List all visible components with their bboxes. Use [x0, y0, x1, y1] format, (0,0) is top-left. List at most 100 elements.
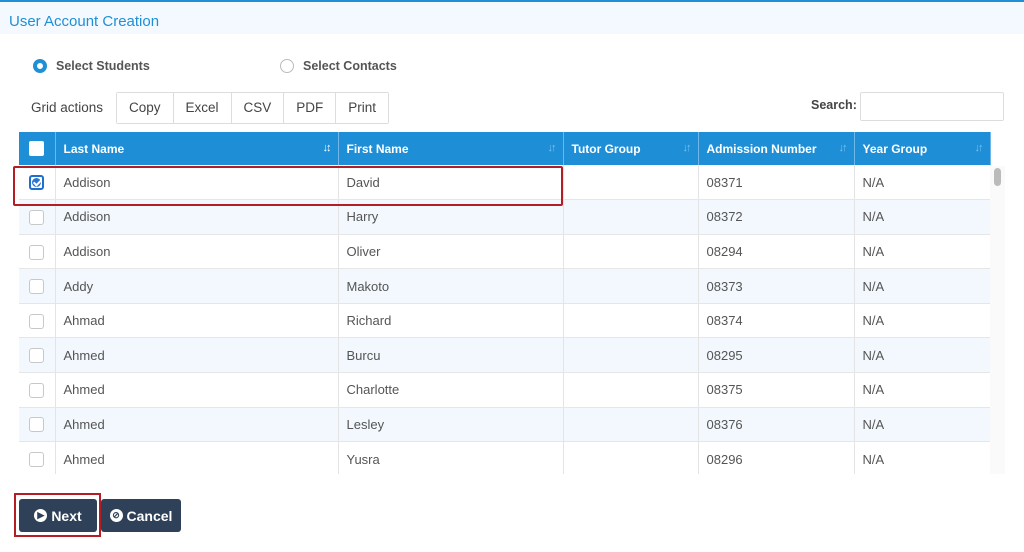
table-header-row: Last Name ↓↕ First Name ↓↑ Tutor Group ↓…	[19, 132, 991, 165]
column-header-admission-number[interactable]: Admission Number ↓↑	[698, 132, 855, 165]
year-group-cell: N/A	[854, 234, 991, 270]
row-checkbox[interactable]	[29, 313, 45, 329]
table-row[interactable]: Ahmed Lesley 08376 N/A	[19, 407, 991, 443]
radio-unselected-icon[interactable]	[280, 59, 294, 73]
first-name-cell: Oliver	[338, 234, 564, 270]
table-scrollbar[interactable]	[990, 166, 1005, 474]
admission-number-cell: 08295	[698, 337, 855, 374]
copy-button[interactable]: Copy	[117, 93, 174, 123]
tutor-group-cell	[563, 165, 699, 201]
tutor-group-cell	[563, 234, 699, 270]
cancel-label: Cancel	[126, 507, 173, 524]
students-table: Last Name ↓↕ First Name ↓↑ Tutor Group ↓…	[19, 132, 1005, 474]
row-select-cell	[19, 199, 56, 235]
row-checkbox[interactable]	[29, 348, 45, 364]
grid-actions-group: Copy Excel CSV PDF Print	[116, 92, 390, 124]
page-title: User Account Creation	[9, 13, 160, 30]
csv-button[interactable]: CSV	[231, 93, 285, 123]
search-input[interactable]	[860, 92, 1004, 121]
scrollbar-thumb[interactable]	[994, 168, 1001, 186]
column-header-first-name[interactable]: First Name ↓↑	[338, 132, 564, 165]
tutor-group-cell	[563, 268, 699, 304]
first-name-cell: David	[338, 165, 564, 201]
radio-selected-icon[interactable]	[33, 59, 47, 73]
column-header-year-group[interactable]: Year Group ↓↑	[854, 132, 991, 165]
tutor-group-cell	[563, 372, 699, 408]
sort-ascending-icon: ↓↕	[322, 142, 332, 154]
row-select-cell	[19, 337, 56, 374]
row-checkbox[interactable]	[29, 279, 45, 295]
admission-number-cell: 08376	[698, 407, 855, 443]
table-row[interactable]: Addison Oliver 08294 N/A	[19, 234, 991, 270]
row-checkbox[interactable]	[29, 209, 45, 225]
column-header-tutor-group[interactable]: Tutor Group ↓↑	[563, 132, 699, 165]
admission-number-cell: 08371	[698, 165, 855, 201]
column-label: First Name	[346, 141, 409, 156]
table-row[interactable]: Ahmed Charlotte 08375 N/A	[19, 372, 991, 408]
ban-icon: ⊘	[109, 509, 123, 522]
admission-number-cell: 08296	[698, 441, 855, 474]
column-label: Year Group	[862, 141, 928, 156]
year-group-cell: N/A	[854, 372, 991, 408]
first-name-cell: Richard	[338, 303, 564, 339]
sort-icon: ↓↑	[974, 142, 984, 154]
cancel-button[interactable]: ⊘ Cancel	[101, 499, 181, 532]
last-name-cell: Addison	[55, 199, 339, 235]
year-group-cell: N/A	[854, 165, 991, 201]
tutor-group-cell	[563, 441, 699, 474]
first-name-cell: Charlotte	[338, 372, 564, 408]
column-label: Admission Number	[706, 141, 817, 156]
title-bar: User Account Creation	[0, 0, 1024, 34]
radio-select-contacts[interactable]: Select Contacts	[280, 56, 397, 76]
sort-icon: ↓↑	[547, 142, 557, 154]
column-header-last-name[interactable]: Last Name ↓↕	[55, 132, 339, 165]
excel-button[interactable]: Excel	[173, 93, 232, 123]
pdf-button[interactable]: PDF	[284, 93, 337, 123]
year-group-cell: N/A	[854, 441, 991, 474]
last-name-cell: Ahmed	[55, 407, 339, 443]
grid-actions-label: Grid actions	[31, 100, 104, 115]
first-name-cell: Yusra	[338, 441, 564, 474]
row-checkbox[interactable]	[29, 452, 45, 468]
first-name-cell: Lesley	[338, 407, 564, 443]
row-select-cell	[19, 303, 56, 339]
last-name-cell: Ahmed	[55, 441, 339, 474]
admission-number-cell: 08374	[698, 303, 855, 339]
select-all-checkbox[interactable]	[29, 141, 45, 157]
next-button[interactable]: ▶ Next	[19, 499, 97, 532]
print-button[interactable]: Print	[336, 93, 389, 123]
radio-select-students[interactable]: Select Students	[33, 56, 150, 76]
next-label: Next	[51, 507, 82, 524]
year-group-cell: N/A	[854, 407, 991, 443]
row-checkbox[interactable]	[29, 417, 45, 433]
table-row[interactable]: Addy Makoto 08373 N/A	[19, 268, 991, 304]
tutor-group-cell	[563, 407, 699, 443]
selection-options: Select Students Select Contacts	[0, 56, 1024, 76]
row-checkbox[interactable]	[29, 382, 45, 398]
row-select-cell	[19, 372, 56, 408]
year-group-cell: N/A	[854, 337, 991, 374]
column-label: Tutor Group	[571, 141, 641, 156]
year-group-cell: N/A	[854, 268, 991, 304]
row-checkbox[interactable]	[29, 244, 45, 260]
row-select-cell	[19, 234, 56, 270]
row-select-cell	[19, 407, 56, 443]
radio-label-students: Select Students	[56, 59, 150, 73]
table-row[interactable]: Ahmed Burcu 08295 N/A	[19, 337, 991, 374]
table-row[interactable]: Ahmad Richard 08374 N/A	[19, 303, 991, 339]
admission-number-cell: 08294	[698, 234, 855, 270]
sort-icon: ↓↑	[682, 142, 692, 154]
table-row[interactable]: Addison Harry 08372 N/A	[19, 199, 991, 235]
tutor-group-cell	[563, 337, 699, 374]
row-checkbox-checked[interactable]	[29, 175, 45, 191]
table-row[interactable]: Ahmed Yusra 08296 N/A	[19, 441, 991, 474]
year-group-cell: N/A	[854, 199, 991, 235]
radio-label-contacts: Select Contacts	[303, 59, 397, 73]
table-row[interactable]: Addison David 08371 N/A	[19, 165, 991, 201]
row-select-cell	[19, 441, 56, 474]
chevron-right-circle-icon: ▶	[34, 509, 48, 522]
first-name-cell: Harry	[338, 199, 564, 235]
last-name-cell: Ahmad	[55, 303, 339, 339]
admission-number-cell: 08372	[698, 199, 855, 235]
admission-number-cell: 08373	[698, 268, 855, 304]
